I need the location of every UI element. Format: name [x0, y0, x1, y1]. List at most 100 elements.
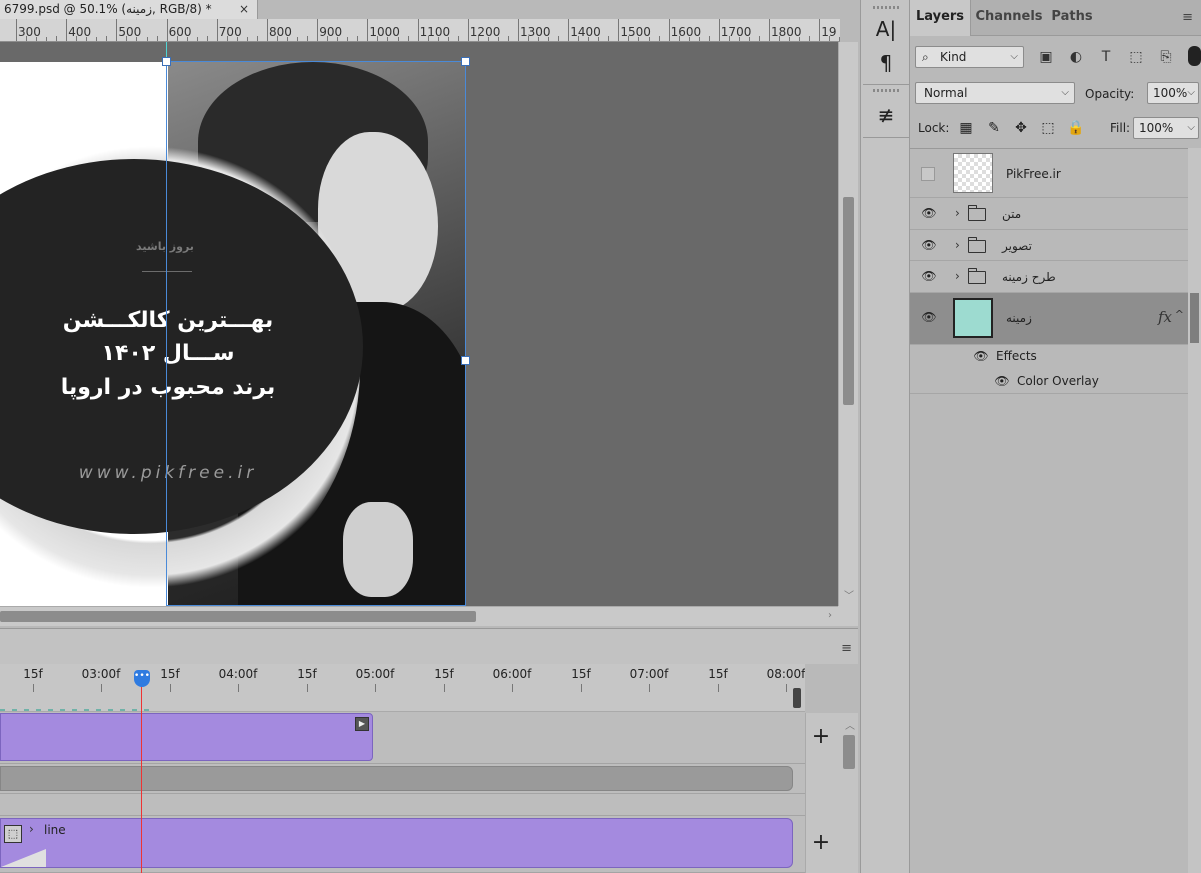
adjustments-panel-icon[interactable]: ≢ — [871, 100, 901, 130]
layer-thumbnail — [953, 153, 993, 193]
add-media-button[interactable]: + — [805, 722, 837, 752]
tab-layers[interactable]: Layers — [910, 0, 971, 36]
scroll-thumb[interactable] — [843, 197, 854, 405]
add-media-button[interactable]: + — [805, 828, 837, 858]
transform-handle[interactable] — [461, 356, 470, 365]
ruler-minor-tick — [357, 36, 359, 41]
eye-icon[interactable]: 👁 — [920, 206, 938, 222]
shape-filter-icon[interactable]: ⬚ — [1127, 48, 1145, 66]
ruler-tick — [66, 19, 68, 41]
ruler-label: 1400 — [570, 25, 601, 39]
eye-icon[interactable]: 👁 — [920, 238, 938, 254]
filter-toggle[interactable] — [1188, 46, 1201, 66]
eye-icon[interactable]: 👁 — [920, 269, 938, 285]
opacity-input[interactable]: 100% ⌵ — [1147, 82, 1199, 104]
timeline-clip[interactable]: ▶ — [0, 713, 373, 761]
close-icon[interactable]: × — [239, 0, 249, 18]
divider — [863, 137, 909, 138]
fill-input[interactable]: 100% ⌵ — [1133, 117, 1199, 139]
ruler-tick — [467, 19, 469, 41]
chevron-right-icon[interactable]: › — [828, 610, 832, 621]
scroll-thumb[interactable] — [1190, 293, 1199, 343]
transform-handle[interactable] — [162, 57, 171, 66]
play-icon[interactable]: ▶ — [355, 717, 369, 731]
eye-icon[interactable]: 👁 — [920, 310, 938, 326]
transform-handle[interactable] — [461, 57, 470, 66]
lock-all-icon[interactable]: 🔒 — [1067, 119, 1085, 137]
grip-handle[interactable] — [873, 6, 899, 9]
ruler-minor-tick — [658, 36, 660, 41]
ruler-minor-tick — [56, 36, 58, 41]
ruler-minor-tick — [457, 36, 459, 41]
lock-artboard-icon[interactable]: ⬚ — [1039, 119, 1057, 137]
smart-object-filter-icon[interactable]: ⎘ — [1157, 48, 1175, 66]
timeline-scrollbar[interactable]: ︿ — [840, 713, 858, 873]
blend-mode-dropdown[interactable]: Normal ⌵ — [915, 82, 1075, 104]
lock-position-icon[interactable]: ✥ — [1012, 119, 1030, 137]
ruler-label: 1600 — [670, 25, 702, 39]
tab-channels[interactable]: Channels — [971, 0, 1047, 36]
document-tab[interactable]: 6799.psd @ 50.1% (زمینه, RGB/8) * × — [0, 0, 258, 19]
layer-row-image-group[interactable]: 👁 › تصویر — [910, 230, 1188, 261]
canvas-vertical-scrollbar[interactable]: ﹀ — [838, 42, 858, 606]
horizontal-ruler[interactable]: 300 400 500 600 700 800 900 1000 1100 1200 1300 140… — [0, 19, 840, 42]
fill-label: Fill: — [1110, 121, 1131, 135]
tab-paths[interactable]: Paths — [1047, 0, 1097, 36]
visibility-toggle[interactable] — [921, 167, 935, 181]
paragraph-panel-icon[interactable]: ¶ — [871, 48, 901, 78]
track-row — [0, 794, 805, 816]
chevron-down-icon[interactable]: ﹀ — [844, 587, 854, 602]
chevron-down-icon[interactable]: ⌵ — [1187, 118, 1195, 138]
lock-transparency-icon[interactable]: ▦ — [957, 119, 975, 137]
folder-icon — [967, 205, 986, 221]
timeline-clip-line[interactable]: ⬚ › line — [0, 818, 793, 868]
layer-row-text-group[interactable]: 👁 › متن — [910, 198, 1188, 230]
image-filter-icon[interactable]: ▣ — [1037, 48, 1055, 66]
timeline-ruler[interactable]: 15f 03:00f 15f 04:00f 15f 05:00f 15f 06:00f 15f 0… — [0, 664, 805, 712]
layer-list-scrollbar[interactable] — [1188, 148, 1201, 873]
transform-box[interactable] — [162, 57, 470, 606]
type-filter-icon[interactable]: T — [1097, 48, 1115, 66]
clip-label: line — [44, 823, 66, 837]
ruler-label: 400 — [68, 25, 92, 39]
effects-row[interactable]: 👁 Effects — [910, 345, 1188, 369]
timeline-group-bar[interactable] — [0, 766, 793, 791]
work-area-end-handle[interactable] — [793, 688, 801, 708]
canvas-horizontal-scrollbar[interactable]: › — [0, 606, 838, 626]
chevron-up-icon[interactable]: ^ — [1175, 308, 1184, 321]
chevron-down-icon[interactable]: ⌵ — [1187, 83, 1195, 103]
scroll-thumb[interactable] — [843, 735, 855, 769]
scroll-thumb[interactable] — [0, 611, 476, 622]
ruler-label: 1700 — [720, 25, 752, 39]
menu-icon[interactable]: ≡ — [841, 641, 852, 656]
chevron-right-icon[interactable]: › — [955, 238, 960, 252]
timeline-label: 08:00f — [766, 667, 805, 681]
work-area-indicator — [0, 709, 150, 711]
character-panel-icon[interactable]: A| — [871, 14, 901, 44]
canvas-area[interactable]: بروز باشید بهـــترین کالکـــشن ســـال ۱۴… — [0, 42, 838, 606]
timeline-label: 03:00f — [81, 667, 121, 681]
panel-menu-icon[interactable]: ≡ — [1182, 10, 1193, 25]
layer-row-background-design-group[interactable]: 👁 › طرح زمینه — [910, 261, 1188, 293]
playhead[interactable]: ••• — [134, 670, 150, 687]
eye-icon[interactable]: 👁 — [972, 349, 990, 365]
chevron-right-icon[interactable]: › — [955, 269, 960, 283]
fx-icon[interactable]: fx — [1158, 308, 1172, 326]
blend-mode-value: Normal — [924, 86, 968, 100]
timeline-tick — [33, 684, 34, 692]
filter-kind-dropdown[interactable]: ⌕ Kind ⌵ — [915, 46, 1024, 68]
color-overlay-row[interactable]: 👁 Color Overlay — [910, 369, 1188, 394]
adjustment-filter-icon[interactable]: ◐ — [1067, 48, 1085, 66]
lock-paint-icon[interactable]: ✎ — [985, 119, 1003, 137]
chevron-up-icon[interactable]: ︿ — [845, 717, 855, 732]
chevron-right-icon[interactable]: › — [29, 822, 34, 836]
layer-list[interactable]: PikFree.ir 👁 › متن 👁 › تصویر 👁 › طرح زمی… — [910, 148, 1188, 873]
ruler-minor-tick — [256, 36, 258, 41]
eye-icon[interactable]: 👁 — [993, 374, 1011, 390]
chevron-right-icon[interactable]: › — [955, 206, 960, 220]
layer-row-background[interactable]: 👁 زمینه fx ^ — [910, 293, 1188, 345]
layer-row-pikfree[interactable]: PikFree.ir — [910, 149, 1188, 198]
ruler-label: 500 — [118, 25, 142, 39]
grip-handle[interactable] — [873, 89, 899, 92]
ruler-minor-tick — [146, 37, 148, 41]
